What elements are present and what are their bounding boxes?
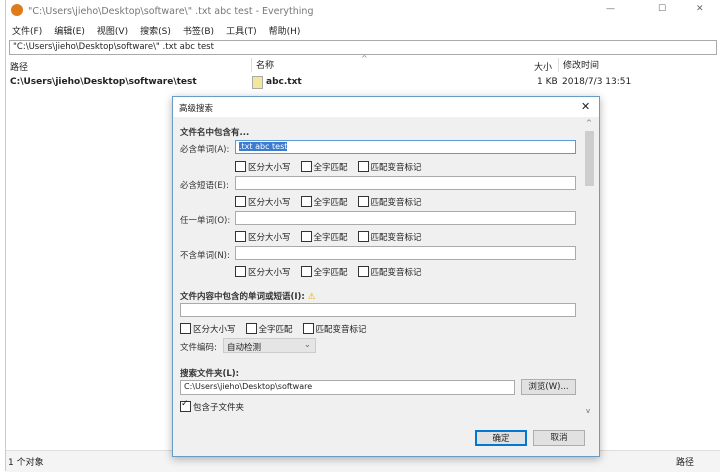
diacritics-checkbox[interactable]: 匹配变音标记 bbox=[303, 325, 367, 335]
any-word-label: 任一单词(O): bbox=[180, 214, 230, 226]
folder-heading: 搜索文件夹(L): bbox=[180, 367, 239, 379]
whole-word-checkbox[interactable]: 全字匹配 bbox=[301, 198, 348, 208]
must-words-value: .txt abc test bbox=[239, 142, 287, 151]
menu-help[interactable]: 帮助(H) bbox=[269, 27, 301, 37]
chevron-down-icon: ⌄ bbox=[304, 340, 311, 350]
row-name: abc.txt bbox=[266, 77, 302, 87]
whole-word-checkbox[interactable]: 全字匹配 bbox=[301, 268, 348, 278]
any-word-options: 区分大小写全字匹配匹配变音标记 bbox=[235, 231, 432, 243]
case-checkbox[interactable]: 区分大小写 bbox=[235, 163, 291, 173]
include-subfolders-checkbox[interactable]: 包含子文件夹 bbox=[180, 401, 244, 413]
menu-tools[interactable]: 工具(T) bbox=[226, 27, 257, 37]
exclude-words-options: 区分大小写全字匹配匹配变音标记 bbox=[235, 266, 432, 278]
filename-heading: 文件名中包含有... bbox=[180, 126, 249, 138]
row-path: C:\Users\jieho\Desktop\software\test bbox=[10, 77, 197, 87]
dialog-title: 高级搜索 bbox=[179, 102, 213, 114]
advanced-search-dialog: 高级搜索 ✕ 文件名中包含有... 必含单词(A): .txt abc test… bbox=[172, 96, 600, 457]
content-heading: 文件内容中包含的单词或短语(I): ⚠ bbox=[180, 290, 315, 302]
scroll-down-icon[interactable]: v bbox=[586, 407, 590, 415]
encoding-select[interactable]: 自动检测⌄ bbox=[223, 338, 316, 353]
dialog-close-button[interactable]: ✕ bbox=[581, 100, 590, 113]
whole-word-checkbox[interactable]: 全字匹配 bbox=[301, 233, 348, 243]
must-words-input[interactable]: .txt abc test bbox=[235, 140, 576, 154]
close-button[interactable]: ✕ bbox=[696, 4, 704, 14]
sort-arrow-icon: ^ bbox=[361, 54, 368, 63]
case-checkbox[interactable]: 区分大小写 bbox=[180, 325, 236, 335]
status-right: 路径 bbox=[676, 455, 694, 468]
must-phrase-options: 区分大小写全字匹配匹配变音标记 bbox=[235, 196, 432, 208]
content-options: 区分大小写全字匹配匹配变音标记 bbox=[180, 323, 377, 335]
dialog-titlebar: 高级搜索 ✕ bbox=[173, 97, 599, 117]
minimize-button[interactable]: — bbox=[606, 4, 615, 14]
column-header-size[interactable]: 大小 bbox=[534, 60, 552, 73]
dialog-scrollbar[interactable]: ^ v bbox=[584, 119, 596, 419]
browse-button[interactable]: 浏览(W)... bbox=[521, 379, 576, 395]
window-title: "C:\Users\jieho\Desktop\software\" .txt … bbox=[28, 6, 313, 17]
encoding-label: 文件编码: bbox=[180, 341, 217, 353]
menu-file[interactable]: 文件(F) bbox=[12, 27, 42, 37]
app-logo-icon bbox=[11, 4, 23, 16]
menu-search[interactable]: 搜索(S) bbox=[140, 27, 171, 37]
any-word-input[interactable] bbox=[235, 211, 576, 225]
must-phrase-input[interactable] bbox=[235, 176, 576, 190]
status-count: 1 个对象 bbox=[8, 455, 44, 468]
whole-word-checkbox[interactable]: 全字匹配 bbox=[246, 325, 293, 335]
scrollbar-thumb[interactable] bbox=[585, 131, 594, 186]
must-words-label: 必含单词(A): bbox=[180, 143, 229, 155]
case-checkbox[interactable]: 区分大小写 bbox=[235, 198, 291, 208]
column-header-name[interactable]: 名称 bbox=[251, 58, 274, 72]
diacritics-checkbox[interactable]: 匹配变音标记 bbox=[358, 233, 422, 243]
column-header-modified[interactable]: 修改时间 bbox=[558, 58, 599, 72]
diacritics-checkbox[interactable]: 匹配变音标记 bbox=[358, 198, 422, 208]
exclude-words-label: 不含单词(N): bbox=[180, 249, 230, 261]
menu-view[interactable]: 视图(V) bbox=[97, 27, 128, 37]
menu-bookmarks[interactable]: 书签(B) bbox=[183, 27, 214, 37]
row-modified: 2018/7/3 13:51 bbox=[562, 77, 631, 87]
menu-bar: 文件(F) 编辑(E) 视图(V) 搜索(S) 书签(B) 工具(T) 帮助(H) bbox=[12, 24, 312, 37]
menu-edit[interactable]: 编辑(E) bbox=[54, 27, 85, 37]
content-input[interactable] bbox=[180, 303, 576, 317]
diacritics-checkbox[interactable]: 匹配变音标记 bbox=[358, 163, 422, 173]
row-size: 1 KB bbox=[537, 77, 558, 87]
case-checkbox[interactable]: 区分大小写 bbox=[235, 268, 291, 278]
folder-input[interactable]: C:\Users\jieho\Desktop\software bbox=[180, 380, 515, 395]
exclude-words-input[interactable] bbox=[235, 246, 576, 260]
scroll-up-icon[interactable]: ^ bbox=[586, 119, 592, 127]
must-words-options: 区分大小写全字匹配匹配变音标记 bbox=[235, 161, 432, 173]
search-input[interactable]: "C:\Users\jieho\Desktop\software\" .txt … bbox=[9, 40, 717, 55]
column-header-path[interactable]: 路径 bbox=[10, 60, 28, 73]
must-phrase-label: 必含短语(E): bbox=[180, 179, 229, 191]
ok-button[interactable]: 确定 bbox=[475, 430, 527, 446]
warning-icon: ⚠ bbox=[308, 292, 316, 302]
text-file-icon bbox=[252, 76, 263, 89]
case-checkbox[interactable]: 区分大小写 bbox=[235, 233, 291, 243]
cancel-button[interactable]: 取消 bbox=[533, 430, 585, 446]
whole-word-checkbox[interactable]: 全字匹配 bbox=[301, 163, 348, 173]
diacritics-checkbox[interactable]: 匹配变音标记 bbox=[358, 268, 422, 278]
maximize-button[interactable]: ☐ bbox=[658, 4, 666, 14]
